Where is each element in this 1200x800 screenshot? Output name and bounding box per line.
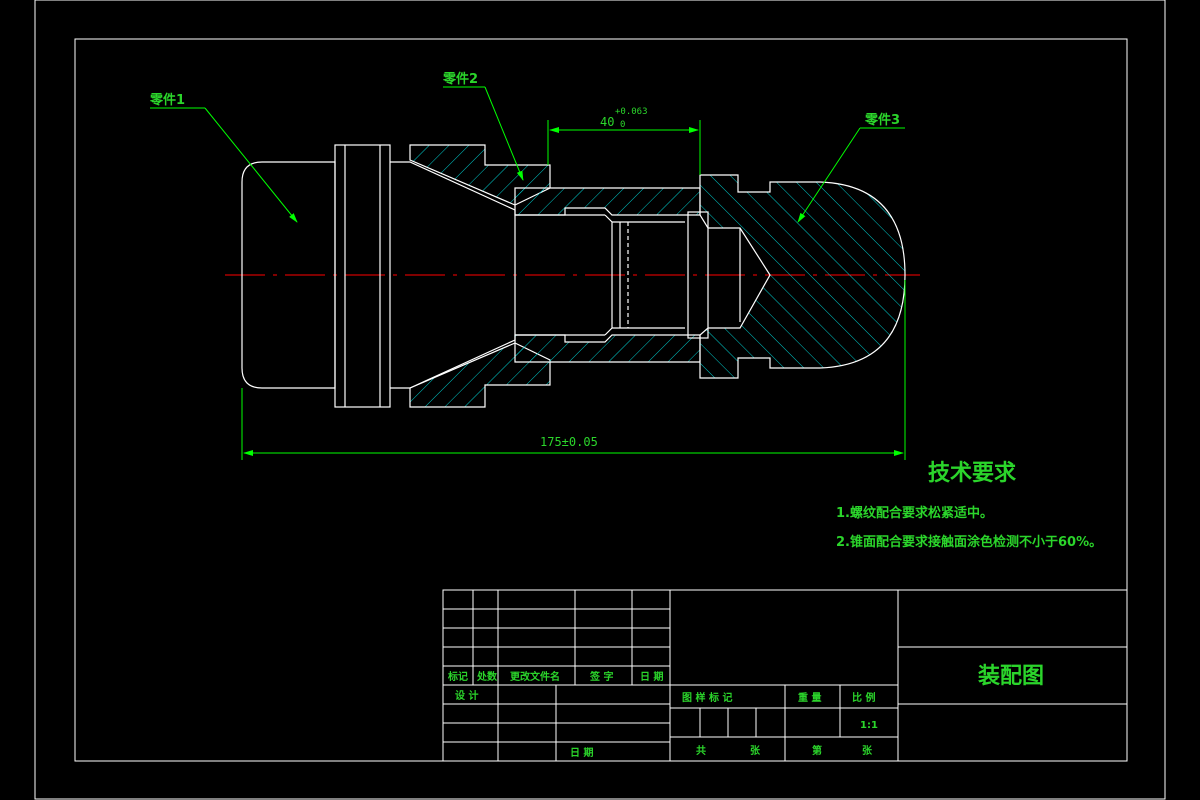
this-sheet-unit: 张 (862, 744, 873, 757)
date-label: 日 期 (570, 746, 593, 759)
dimension-40-upper-tol: +0.063 (615, 107, 648, 117)
dimension-40-lower-tol: 0 (620, 120, 625, 130)
tech-req-item-1: 1.螺纹配合要求松紧适中。 (836, 505, 993, 521)
dimension-40-text: 40 (600, 115, 614, 129)
sheet-unit-label: 张 (750, 744, 761, 757)
weight-label: 重 量 (798, 691, 821, 704)
scale-value: 1:1 (860, 720, 878, 731)
part-3-tip (687, 174, 906, 379)
drawing-name: 装配图 (978, 664, 1044, 689)
tech-req-item-2: 2.锥面配合要求接触面涂色检测不小于60%。 (836, 534, 1102, 550)
design-label: 设 计 (455, 689, 478, 702)
scale-label: 比 例 (852, 691, 875, 704)
rev-header-doc: 更改文件名 (510, 670, 560, 683)
rev-header-sign: 签 字 (589, 670, 613, 683)
part-label-2: 零件2 (442, 71, 478, 87)
tech-req-title: 技术要求 (928, 461, 1016, 486)
part-label-3: 零件3 (864, 112, 900, 128)
total-sheets-label: 共 (696, 744, 706, 757)
this-sheet-label: 第 (812, 744, 822, 757)
rev-header-date: 日 期 (640, 670, 663, 683)
drawing-canvas: 40 +0.063 0 175±0.05 零件1 零件2 零件3 技术要求 1.… (34, 0, 1166, 800)
rev-header-count: 处数 (476, 670, 498, 683)
rev-header-mark: 标记 (447, 670, 468, 683)
stage-label: 图 样 标 记 (682, 691, 732, 704)
part-label-1: 零件1 (149, 92, 185, 108)
dimension-175-text: 175±0.05 (540, 435, 598, 449)
title-block-text: 标记 处数 更改文件名 签 字 日 期 设 计 日 期 装配图 图 样 标 记 … (447, 664, 1044, 759)
